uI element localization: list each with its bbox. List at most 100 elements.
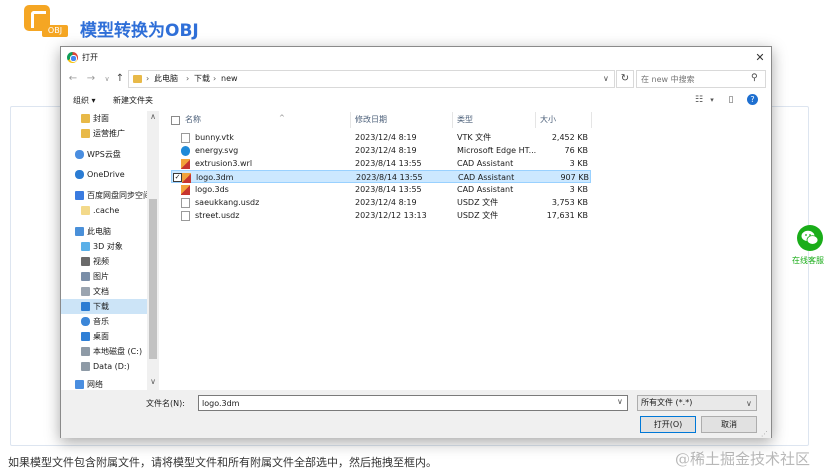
filetype-select[interactable]: 所有文件 (*.*) ∨ [637,395,757,411]
page-title: 模型转换为OBJ [80,21,199,41]
chevron-up-icon[interactable]: ∧ [147,112,159,122]
sidebar-item-pictures[interactable]: 图片 [61,269,147,284]
disk-icon [81,362,90,371]
chevron-down-icon[interactable]: ∨ [603,74,609,83]
open-button[interactable]: 打开(O) [640,416,696,433]
edge-icon [181,146,190,156]
wechat-service-button[interactable] [797,225,823,251]
music-icon [81,317,90,326]
sidebar-item-3d-objects[interactable]: 3D 对象 [61,239,147,254]
file-name: extrusion3.wrl [195,159,253,168]
scrollbar-thumb[interactable] [149,199,157,359]
sidebar-item-cache[interactable]: .cache [61,203,147,218]
forward-button[interactable]: → [85,73,97,85]
table-row[interactable]: extrusion3.wrl 2023/8/14 13:55 CAD Assista… [171,157,591,170]
file-type: Microsoft Edge HT... [457,146,537,155]
back-button[interactable]: ← [67,73,79,85]
table-row[interactable]: energy.svg 2023/12/4 8:19 Microsoft Edge H… [171,144,591,157]
document-icon [81,287,90,296]
cad-icon [181,159,190,169]
file-list: 名称 ^ 修改日期 类型 大小 bunny.vtk 2023/12/4 8:19 V… [161,111,771,390]
address-bar[interactable]: › 此电脑 › 下载 › new ∨ [128,70,615,88]
file-name: energy.svg [195,146,239,155]
cube-icon [81,242,90,251]
filename-field[interactable]: ∨ [198,395,628,411]
file-size: 2,452 KB [551,133,588,142]
computer-icon [75,227,84,236]
sidebar-item-videos[interactable]: 视频 [61,254,147,269]
file-icon [181,211,190,221]
table-row[interactable]: logo.3ds 2023/8/14 13:55 CAD Assistant 3 KB [171,183,591,196]
navigation-bar: ← → ∨ ↑ › 此电脑 › 下载 › new ∨ ↻ ⚲ [61,69,771,89]
chevron-right-icon: › [186,74,190,83]
sidebar-item-this-pc[interactable]: 此电脑 [61,224,147,239]
desktop-icon [81,332,90,341]
sidebar-item-downloads[interactable]: 下载 [61,299,147,314]
column-header-modified[interactable]: 修改日期 [351,112,453,128]
search-input[interactable] [641,72,749,86]
wechat-service-label: 在线客服 [792,256,824,265]
sidebar-item-desktop[interactable]: 桌面 [61,329,147,344]
sidebar-item-data-d[interactable]: Data (D:) [61,359,147,374]
file-name: logo.3ds [195,185,229,194]
help-icon[interactable]: ? [747,94,758,105]
chevron-down-icon[interactable]: ▾ [706,94,718,106]
table-row[interactable]: street.usdz 2023/12/12 13:13 USDZ 文件 17,631… [171,209,591,222]
download-icon [81,302,90,311]
sidebar-item-wps-cloud[interactable]: WPS云盘 [61,147,147,162]
sidebar-item-music[interactable]: 音乐 [61,314,147,329]
sidebar-item-baidu-sync[interactable]: 百度网盘同步空间 [61,188,147,203]
column-header-type[interactable]: 类型 [453,112,536,128]
search-icon[interactable]: ⚲ [751,73,758,83]
dialog-footer: 文件名(N): ∨ 所有文件 (*.*) ∨ 打开(O) 取消 ⋰ [61,390,771,438]
row-checkbox[interactable]: ✓ [173,173,182,182]
cancel-button[interactable]: 取消 [701,416,757,433]
recent-locations-button[interactable]: ∨ [101,73,113,85]
folder-icon [133,75,142,83]
table-row[interactable]: bunny.vtk 2023/12/4 8:19 VTK 文件 2,452 KB [171,131,591,144]
new-folder-button[interactable]: 新建文件夹 [113,95,153,106]
breadcrumb-this-pc[interactable]: 此电脑 [154,73,178,85]
dialog-titlebar[interactable]: 打开 ✕ [61,47,771,69]
page-root: OBJ 模型转换为OBJ 在线客服 如果模型文件包含附属文件，请将模型文件和所有… [0,0,831,474]
view-options-icon[interactable]: ☷ [693,94,705,106]
search-box[interactable]: ⚲ [636,70,766,88]
chevron-down-icon[interactable]: ∨ [617,397,623,406]
file-name: street.usdz [195,211,240,220]
close-button[interactable]: ✕ [752,50,768,66]
file-modified: 2023/12/4 8:19 [355,133,417,142]
breadcrumb-new[interactable]: new [221,73,238,85]
select-all-checkbox[interactable] [171,116,180,125]
wechat-icon [801,230,819,245]
breadcrumb-downloads[interactable]: 下载 [194,73,210,85]
table-row[interactable]: ✓ logo.3dm 2023/8/14 13:55 CAD Assistant 907… [171,170,591,183]
file-type: CAD Assistant [457,185,514,194]
column-header-size[interactable]: 大小 [536,112,592,128]
folder-icon [81,114,90,123]
chevron-down-icon[interactable]: ∨ [147,377,159,387]
file-name: saeukkang.usdz [195,198,260,207]
upload-hint: 如果模型文件包含附属文件，请将模型文件和所有附属文件全部选中，然后拖拽至框内。 [8,456,437,469]
folder-icon [81,129,90,138]
navigation-scrollbar[interactable]: ∧ ∨ [147,111,159,390]
file-size: 3 KB [569,185,588,194]
command-bar: 组织 ▾ 新建文件夹 ☷ ▾ ▯ ? [61,91,771,110]
cad-icon [182,173,191,183]
resize-grip-icon[interactable]: ⋰ [761,430,768,438]
network-icon [75,380,84,389]
table-row[interactable]: saeukkang.usdz 2023/12/4 8:19 USDZ 文件 3,753… [171,196,591,209]
column-header-name[interactable]: 名称 ^ [181,112,351,128]
filename-input[interactable] [202,397,602,409]
organize-menu[interactable]: 组织 ▾ [73,95,96,106]
refresh-button[interactable]: ↻ [616,70,634,88]
sidebar-item-documents[interactable]: 文档 [61,284,147,299]
up-button[interactable]: ↑ [114,73,126,85]
disk-icon [81,347,90,356]
sidebar-item-marketing[interactable]: 运营推广 [61,126,147,141]
file-size: 17,631 KB [546,211,588,220]
sidebar-item-local-disk-c[interactable]: 本地磁盘 (C:) [61,344,147,359]
sidebar-item-onedrive[interactable]: OneDrive [61,167,147,182]
sidebar-item-cover[interactable]: 封面 [61,111,147,126]
file-type: USDZ 文件 [457,211,499,220]
preview-pane-icon[interactable]: ▯ [725,94,737,106]
